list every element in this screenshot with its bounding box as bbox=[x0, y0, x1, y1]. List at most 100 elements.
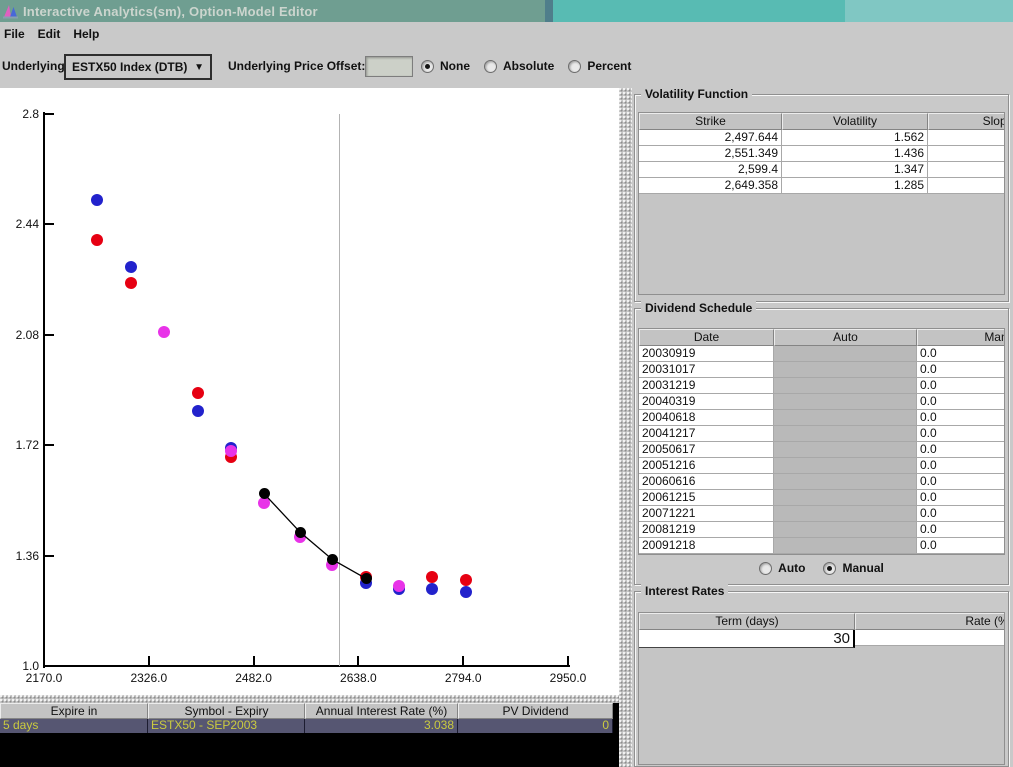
column-header-pv-dividend[interactable]: PV Dividend bbox=[458, 703, 613, 719]
table-row[interactable]: 20031017 0.0 bbox=[639, 362, 1004, 378]
column-header-manual[interactable]: Manual bbox=[917, 329, 1005, 346]
cell[interactable] bbox=[774, 538, 917, 554]
cell[interactable] bbox=[774, 490, 917, 506]
cell[interactable]: 20091218 bbox=[639, 538, 774, 554]
table-row[interactable]: 20031219 0.0 bbox=[639, 378, 1004, 394]
cell[interactable] bbox=[928, 162, 1005, 178]
offset-radio-none[interactable] bbox=[421, 60, 434, 73]
dividend-radio-auto[interactable] bbox=[759, 562, 772, 575]
cell[interactable]: 20040618 bbox=[639, 410, 774, 426]
table-row[interactable]: 30 bbox=[639, 630, 1004, 648]
table-row[interactable]: 2,599.41.347 bbox=[639, 162, 1004, 178]
cell[interactable] bbox=[774, 426, 917, 442]
cell[interactable]: 0.0 bbox=[917, 506, 1005, 522]
offset-input[interactable] bbox=[365, 56, 413, 77]
cell[interactable]: 0.0 bbox=[917, 490, 1005, 506]
cell[interactable]: 1.347 bbox=[782, 162, 928, 178]
point-model[interactable] bbox=[361, 573, 372, 584]
cell[interactable]: 2,649.358 bbox=[639, 178, 782, 194]
offset-option-percent[interactable]: Percent bbox=[568, 59, 631, 73]
cell[interactable] bbox=[774, 410, 917, 426]
cell[interactable]: 1.285 bbox=[782, 178, 928, 194]
cell[interactable]: 0.0 bbox=[917, 442, 1005, 458]
cell[interactable]: 20031219 bbox=[639, 378, 774, 394]
table-row[interactable]: 20051216 0.0 bbox=[639, 458, 1004, 474]
menu-file[interactable]: File bbox=[0, 27, 34, 41]
cell[interactable]: 20051216 bbox=[639, 458, 774, 474]
cell[interactable]: 0 bbox=[458, 719, 613, 733]
cell[interactable]: 0.0 bbox=[917, 346, 1005, 362]
point-model[interactable] bbox=[327, 554, 338, 565]
cell[interactable]: 0.0 bbox=[917, 426, 1005, 442]
cell[interactable]: 3.038 bbox=[305, 719, 458, 733]
offset-option-absolute[interactable]: Absolute bbox=[484, 59, 554, 73]
table-row[interactable]: 20060616 0.0 bbox=[639, 474, 1004, 490]
column-header-auto[interactable]: Auto bbox=[774, 329, 917, 346]
cell[interactable]: 20030919 bbox=[639, 346, 774, 362]
column-header-symbol-expiry[interactable]: Symbol - Expiry bbox=[148, 703, 305, 719]
table-row[interactable]: 2,551.3491.436 bbox=[639, 146, 1004, 162]
cell[interactable]: 20081219 bbox=[639, 522, 774, 538]
table-row[interactable]: 2,649.3581.285 bbox=[639, 178, 1004, 194]
column-header-date[interactable]: Date bbox=[639, 329, 774, 346]
dividend-radio-manual[interactable] bbox=[823, 562, 836, 575]
table-row[interactable]: 20061215 0.0 bbox=[639, 490, 1004, 506]
cell[interactable]: 1.436 bbox=[782, 146, 928, 162]
cell[interactable] bbox=[774, 442, 917, 458]
cell[interactable]: 20060616 bbox=[639, 474, 774, 490]
table-row[interactable]: 20091218 0.0 bbox=[639, 538, 1004, 554]
cell[interactable] bbox=[774, 522, 917, 538]
cell[interactable]: 20040319 bbox=[639, 394, 774, 410]
cell[interactable]: 0.0 bbox=[917, 538, 1005, 554]
cell[interactable] bbox=[855, 630, 1005, 646]
underlying-dropdown[interactable]: ESTX50 Index (DTB) ▼ bbox=[64, 54, 212, 80]
cell[interactable] bbox=[928, 178, 1005, 194]
cell[interactable]: 0.0 bbox=[917, 378, 1005, 394]
cell[interactable] bbox=[928, 130, 1005, 146]
column-header-strike[interactable]: Strike bbox=[639, 113, 782, 130]
cell[interactable] bbox=[774, 362, 917, 378]
cell[interactable]: 0.0 bbox=[917, 522, 1005, 538]
cell[interactable]: 0.0 bbox=[917, 474, 1005, 490]
table-row[interactable]: 20030919 0.0 bbox=[639, 346, 1004, 362]
table-row[interactable]: 20050617 0.0 bbox=[639, 442, 1004, 458]
table-row[interactable]: 20081219 0.0 bbox=[639, 522, 1004, 538]
vertical-splitter[interactable] bbox=[619, 88, 632, 767]
column-header-annual-interest-rate-[interactable]: Annual Interest Rate (%) bbox=[305, 703, 458, 719]
dividend-option-manual[interactable]: Manual bbox=[823, 561, 883, 575]
cell[interactable]: 30 bbox=[639, 630, 855, 648]
table-row[interactable]: 20040618 0.0 bbox=[639, 410, 1004, 426]
table-row[interactable]: 20041217 0.0 bbox=[639, 426, 1004, 442]
column-header-slope[interactable]: Slope bbox=[928, 113, 1005, 130]
table-row[interactable]: 200403190.0 bbox=[639, 394, 1004, 410]
cell[interactable]: 0.0 bbox=[917, 458, 1005, 474]
cell[interactable] bbox=[774, 474, 917, 490]
cell[interactable]: 20061215 bbox=[639, 490, 774, 506]
offset-option-none[interactable]: None bbox=[421, 59, 470, 73]
column-header-volatility[interactable]: Volatility bbox=[782, 113, 928, 130]
column-header-rate-[interactable]: Rate (%) bbox=[855, 613, 1005, 630]
offset-radio-absolute[interactable] bbox=[484, 60, 497, 73]
table-row[interactable]: 2,497.6441.562 bbox=[639, 130, 1004, 146]
cell[interactable] bbox=[774, 506, 917, 522]
horizontal-splitter[interactable] bbox=[0, 695, 619, 703]
cell[interactable]: 0.0 bbox=[917, 362, 1005, 378]
cell[interactable]: 2,551.349 bbox=[639, 146, 782, 162]
cell[interactable] bbox=[774, 378, 917, 394]
title-bar[interactable]: Interactive Analytics(sm), Option-Model … bbox=[0, 0, 1013, 22]
dividend-option-auto[interactable]: Auto bbox=[759, 561, 805, 575]
cell[interactable]: 0.0 bbox=[917, 410, 1005, 426]
table-row[interactable]: 5 daysESTX50 - SEP20033.0380 bbox=[0, 719, 613, 733]
menu-edit[interactable]: Edit bbox=[34, 27, 70, 41]
cell[interactable] bbox=[774, 346, 917, 362]
column-header-expire-in[interactable]: Expire in bbox=[0, 703, 148, 719]
cell[interactable]: 20041217 bbox=[639, 426, 774, 442]
cell[interactable] bbox=[774, 458, 917, 474]
cell[interactable]: 20031017 bbox=[639, 362, 774, 378]
column-header-term-days-[interactable]: Term (days) bbox=[639, 613, 855, 630]
cell[interactable]: 20050617 bbox=[639, 442, 774, 458]
point-model[interactable] bbox=[295, 527, 306, 538]
cell[interactable]: 1.562 bbox=[782, 130, 928, 146]
cell[interactable]: 5 days bbox=[0, 719, 148, 733]
cell[interactable] bbox=[928, 146, 1005, 162]
